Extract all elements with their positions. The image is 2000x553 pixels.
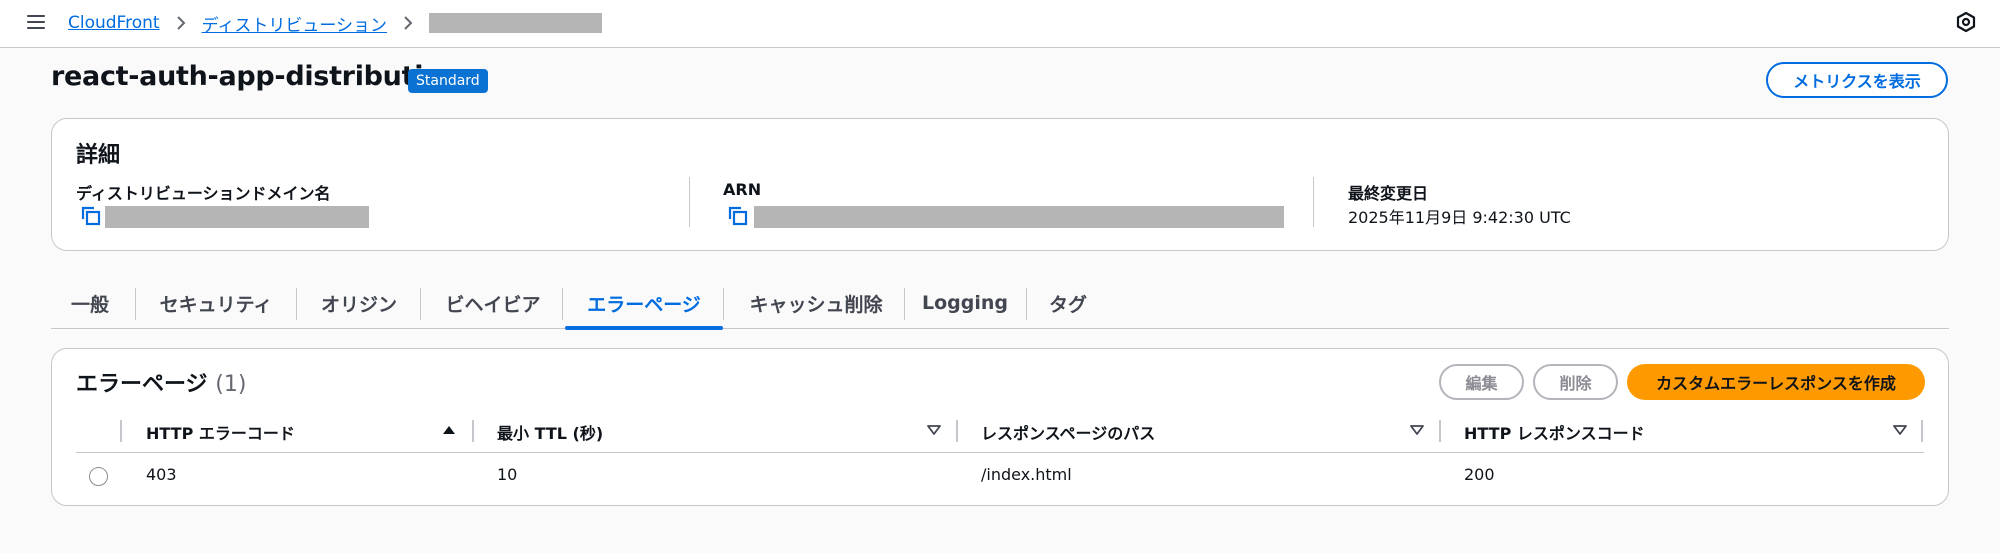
column-divider	[1313, 177, 1314, 227]
column-separator	[472, 420, 474, 442]
tab-divider	[420, 288, 421, 320]
page-title: react-auth-app-distribution	[51, 61, 461, 92]
tab-invalidations[interactable]: キャッシュ削除	[748, 278, 884, 328]
breadcrumb-cloudfront[interactable]: CloudFront	[68, 13, 160, 33]
top-navigation-bar: CloudFront ディストリビューション	[0, 0, 2000, 48]
edit-button[interactable]: 編集	[1439, 364, 1524, 400]
breadcrumb: CloudFront ディストリビューション	[68, 11, 603, 36]
column-divider	[689, 177, 690, 227]
arn-redacted	[754, 206, 1284, 228]
tab-divider	[1026, 288, 1027, 320]
tab-general[interactable]: 一般	[69, 278, 111, 328]
chevron-right-icon	[170, 12, 192, 34]
cell-min-ttl: 10	[497, 465, 518, 484]
tab-bar: 一般 セキュリティ オリジン ビヘイビア エラーページ キャッシュ削除 Logg…	[51, 278, 1949, 330]
tab-logging[interactable]: Logging	[922, 278, 1008, 328]
details-card: 詳細 ディストリビューションドメイン名 ARN 最終変更日 2025年11月9日…	[51, 118, 1949, 251]
domain-name-redacted	[105, 206, 369, 228]
create-custom-error-response-button[interactable]: カスタムエラーレスポンスを作成	[1627, 364, 1925, 400]
tab-divider	[904, 288, 905, 320]
column-header-http-error-code[interactable]: HTTP エラーコード	[146, 420, 295, 444]
delete-button[interactable]: 削除	[1533, 364, 1618, 400]
tab-origins[interactable]: オリジン	[320, 278, 398, 328]
cell-response-page-path: /index.html	[981, 465, 1072, 484]
tab-divider	[562, 288, 563, 320]
tab-error-pages[interactable]: エラーページ	[565, 278, 723, 330]
copy-icon[interactable]	[80, 205, 102, 227]
tab-tags[interactable]: タグ	[1048, 278, 1088, 328]
tab-divider	[723, 288, 724, 320]
column-header-http-response-code[interactable]: HTTP レスポンスコード	[1464, 420, 1645, 444]
caret-up-icon[interactable]	[441, 422, 457, 438]
hamburger-menu-icon[interactable]	[27, 14, 45, 30]
details-title: 詳細	[76, 143, 121, 168]
tab-divider	[135, 288, 136, 320]
caret-down-icon[interactable]	[1892, 422, 1908, 438]
error-pages-title: エラーページ (1)	[76, 366, 246, 398]
breadcrumb-distribution-id-redacted	[429, 13, 603, 33]
caret-down-icon[interactable]	[926, 422, 942, 438]
cell-http-response-code: 200	[1464, 465, 1495, 484]
chevron-right-icon	[397, 12, 419, 34]
error-pages-title-text: エラーページ	[76, 372, 208, 397]
cell-http-error-code: 403	[146, 465, 177, 484]
column-header-response-page-path[interactable]: レスポンスページのパス	[981, 420, 1155, 444]
column-separator	[956, 420, 958, 442]
tab-security[interactable]: セキュリティ	[159, 278, 273, 328]
arn-label: ARN	[723, 180, 762, 199]
column-header-min-ttl[interactable]: 最小 TTL (秒)	[497, 420, 603, 444]
last-modified-value: 2025年11月9日 9:42:30 UTC	[1348, 208, 1571, 227]
domain-name-label: ディストリビューションドメイン名	[76, 184, 331, 203]
column-separator	[1921, 420, 1923, 442]
status-badge: Standard	[408, 69, 488, 93]
column-separator	[120, 420, 122, 442]
last-modified-label: 最終変更日	[1348, 184, 1429, 203]
error-pages-count: (1)	[215, 372, 247, 397]
table-header-divider	[76, 452, 1924, 453]
tab-divider	[296, 288, 297, 320]
breadcrumb-distributions[interactable]: ディストリビューション	[202, 11, 387, 36]
view-metrics-button[interactable]: メトリクスを表示	[1766, 62, 1948, 98]
hexagon-settings-icon[interactable]	[1955, 11, 1977, 33]
caret-down-icon[interactable]	[1409, 422, 1425, 438]
copy-icon[interactable]	[727, 205, 749, 227]
row-select-radio[interactable]	[89, 467, 108, 486]
column-separator	[1439, 420, 1441, 442]
tab-behaviors[interactable]: ビヘイビア	[444, 278, 542, 328]
